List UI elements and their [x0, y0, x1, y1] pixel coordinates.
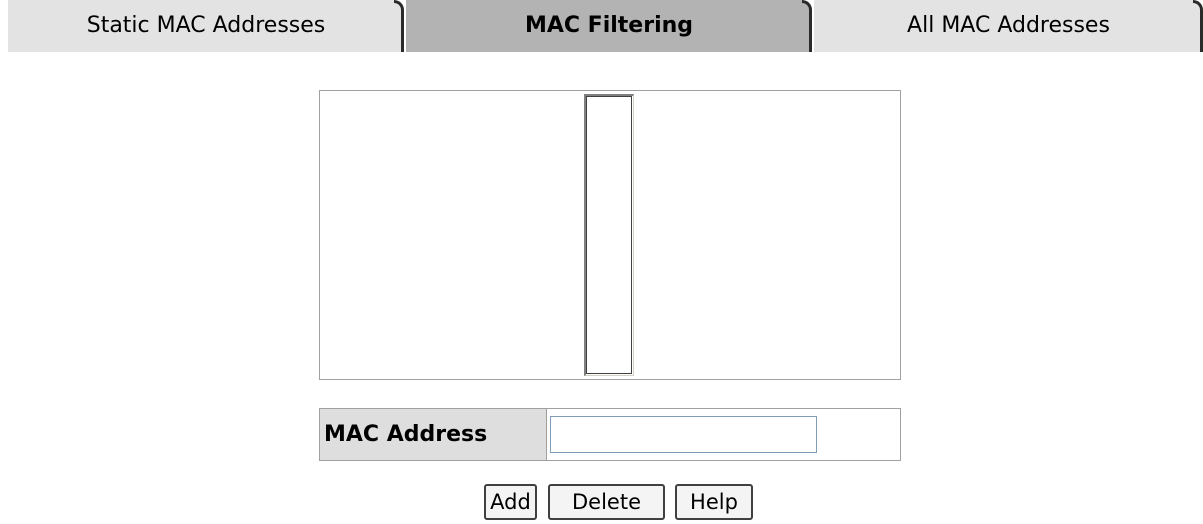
mac-list-panel [319, 90, 901, 380]
tab-label: All MAC Addresses [907, 13, 1110, 38]
tab-label: MAC Filtering [524, 13, 694, 38]
help-button[interactable]: Help [675, 484, 753, 520]
mac-address-row: MAC Address [319, 408, 901, 461]
tab-edge [802, 0, 812, 52]
delete-button[interactable]: Delete [548, 484, 665, 520]
tab-edge [1193, 0, 1203, 52]
mac-filter-listbox[interactable] [584, 94, 634, 376]
tab-static-mac-addresses[interactable]: Static MAC Addresses [8, 0, 404, 52]
mac-address-input[interactable] [550, 416, 817, 453]
mac-address-label: MAC Address [320, 409, 547, 460]
add-button[interactable]: Add [484, 484, 537, 520]
tab-label: Static MAC Addresses [86, 13, 326, 38]
tab-bar: Static MAC Addresses MAC Filtering All M… [0, 0, 1203, 52]
tab-mac-filtering[interactable]: MAC Filtering [406, 0, 812, 52]
tab-all-mac-addresses[interactable]: All MAC Addresses [814, 0, 1203, 52]
tab-edge [394, 0, 404, 52]
